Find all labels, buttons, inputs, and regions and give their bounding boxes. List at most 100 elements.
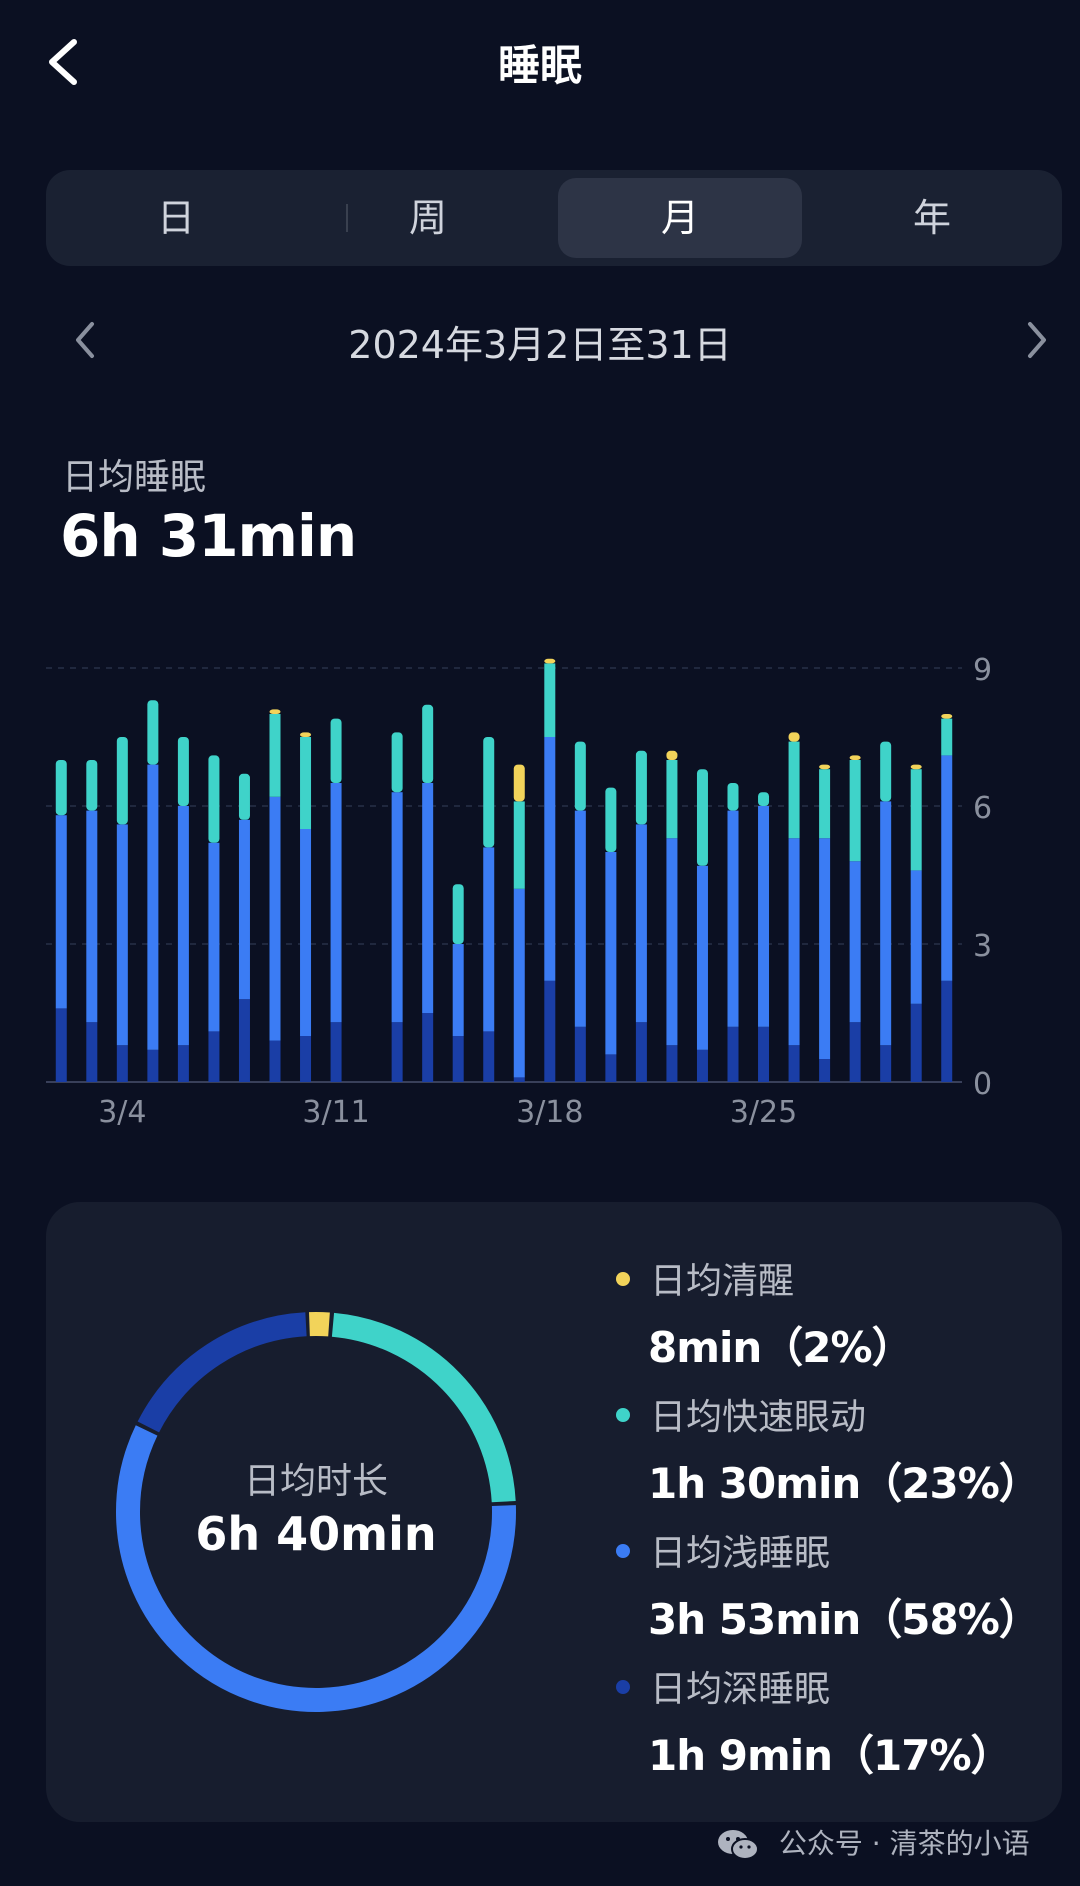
legend-value: 8min（2%）	[648, 1323, 914, 1372]
bar-segment-rem	[635, 750, 647, 825]
bar-segment-deep	[574, 1026, 586, 1082]
legend-value: 1h 30min（23%）	[648, 1459, 1041, 1508]
bar-segment-light	[880, 801, 892, 1046]
legend-name: 日均深睡眠	[650, 1669, 831, 1710]
bar-segment-awake	[513, 764, 525, 802]
bar-segment-awake	[910, 764, 922, 770]
bar-segment-light	[758, 806, 770, 1027]
bar-segment-deep	[635, 1022, 647, 1082]
tab-month[interactable]: 月	[558, 178, 802, 258]
bar-segment-rem	[391, 732, 403, 793]
bar-segment-light	[513, 888, 525, 1078]
bar-segment-light	[819, 838, 831, 1059]
bar-segment-rem	[544, 663, 556, 737]
bar-segment-rem	[483, 737, 495, 848]
bar-segment-light	[635, 824, 647, 1023]
bar-segment-deep	[330, 1022, 342, 1082]
bar-segment-rem	[727, 783, 739, 811]
bar-segment-rem	[513, 801, 525, 889]
bar-segment-rem	[880, 741, 892, 802]
legend-name: 日均快速眼动	[650, 1397, 867, 1438]
rem-dot-icon	[616, 1408, 630, 1422]
bar-segment-light	[208, 842, 220, 1032]
bar-segment-deep	[880, 1045, 892, 1082]
legend-item-awake: 日均清醒 8min（2%）	[616, 1248, 1056, 1384]
sleep-breakdown-card: 日均时长 6h 40min 日均清醒 8min（2%） 日均快速眼动 1h 30…	[46, 1202, 1062, 1822]
deep-sleep-dot-icon	[616, 1680, 630, 1694]
header: 睡眠	[0, 0, 1080, 130]
bar-segment-light	[300, 829, 312, 1036]
bar-segment-rem	[605, 787, 617, 852]
bar-segment-light	[574, 810, 586, 1027]
bar-segment-deep	[941, 980, 953, 1082]
legend-value: 1h 9min（17%）	[648, 1731, 1013, 1780]
bar-segment-light	[605, 852, 617, 1055]
bar-segment-deep	[422, 1013, 434, 1082]
bar-segment-deep	[544, 980, 556, 1082]
y-tick-label: 3	[973, 929, 992, 964]
bar-segment-rem	[696, 769, 708, 866]
watermark-text: 公众号 · 清茶的小语	[778, 1827, 1030, 1860]
average-sleep-label: 日均睡眠	[62, 457, 207, 498]
date-range-text: 2024年3月2日至31日	[348, 323, 732, 367]
bar-segment-rem	[422, 704, 434, 783]
bar-segment-light	[727, 810, 739, 1027]
bar-segment-deep	[605, 1054, 617, 1082]
bar-segment-rem	[147, 700, 159, 765]
bar-segment-light	[177, 806, 189, 1046]
tab-week[interactable]: 周	[306, 178, 550, 258]
bar-segment-deep	[483, 1031, 495, 1082]
bar-segment-light	[269, 796, 281, 1041]
period-segmented-control: 日 周 月 年	[46, 170, 1062, 266]
wechat-icon	[718, 1830, 759, 1860]
tab-day[interactable]: 日	[54, 178, 298, 258]
bar-segment-rem	[910, 769, 922, 871]
x-tick-label: 3/11	[302, 1095, 369, 1130]
bar-segment-rem	[330, 718, 342, 783]
bar-segment-light	[788, 838, 800, 1046]
bar-segment-light	[422, 783, 434, 1013]
bar-segment-deep	[116, 1045, 128, 1082]
date-range-navigator: 2024年3月2日至31日	[0, 300, 1080, 380]
legend-item-light: 日均浅睡眠 3h 53min（58%）	[616, 1520, 1056, 1656]
bar-segment-rem	[300, 737, 312, 829]
bar-segment-deep	[452, 1036, 464, 1082]
donut-center-value: 6h 40min	[195, 1507, 437, 1561]
bar-segment-deep	[55, 1008, 67, 1082]
bar-segment-awake	[269, 709, 281, 714]
watermark: 公众号 · 清茶的小语	[716, 1822, 1030, 1862]
legend-item-deep: 日均深睡眠 1h 9min（17%）	[616, 1656, 1056, 1792]
light-sleep-dot-icon	[616, 1544, 630, 1558]
bar-segment-deep	[849, 1022, 861, 1082]
y-tick-label: 9	[973, 653, 992, 688]
bar-segment-rem	[819, 769, 831, 839]
bar-segment-rem	[86, 760, 98, 811]
bar-segment-awake	[941, 714, 953, 719]
bar-segment-awake	[788, 732, 800, 742]
bar-segment-light	[330, 783, 342, 1023]
bar-segment-rem	[452, 884, 464, 944]
sleep-chart-svg: 0 3 6 9 3/4 3/11 3/18 3/25	[46, 653, 992, 1130]
next-period-button[interactable]	[1016, 314, 1056, 366]
bar-segment-rem	[574, 741, 586, 811]
legend-name: 日均清醒	[650, 1261, 795, 1302]
bar-segment-rem	[177, 737, 189, 806]
donut-center-label: 日均时长	[243, 1461, 388, 1502]
bar-segment-rem	[788, 741, 800, 839]
bar-segment-deep	[513, 1077, 525, 1082]
bar-segment-deep	[819, 1059, 831, 1082]
bar-segment-rem	[116, 737, 128, 825]
bar-segment-light	[544, 737, 556, 981]
legend-name: 日均浅睡眠	[650, 1533, 831, 1574]
bar-segment-light	[55, 815, 67, 1009]
bar-segment-deep	[696, 1049, 708, 1082]
bar-segment-deep	[391, 1022, 403, 1082]
bar-segment-deep	[86, 1022, 98, 1082]
bar-segment-light	[147, 764, 159, 1050]
bar-segment-light	[941, 755, 953, 981]
tab-year[interactable]: 年	[810, 178, 1054, 258]
page-title: 睡眠	[497, 41, 582, 90]
sleep-stage-legend: 日均清醒 8min（2%） 日均快速眼动 1h 30min（23%） 日均浅睡眠…	[616, 1248, 1056, 1792]
bar-segment-deep	[300, 1036, 312, 1082]
bar-segment-rem	[269, 714, 281, 797]
